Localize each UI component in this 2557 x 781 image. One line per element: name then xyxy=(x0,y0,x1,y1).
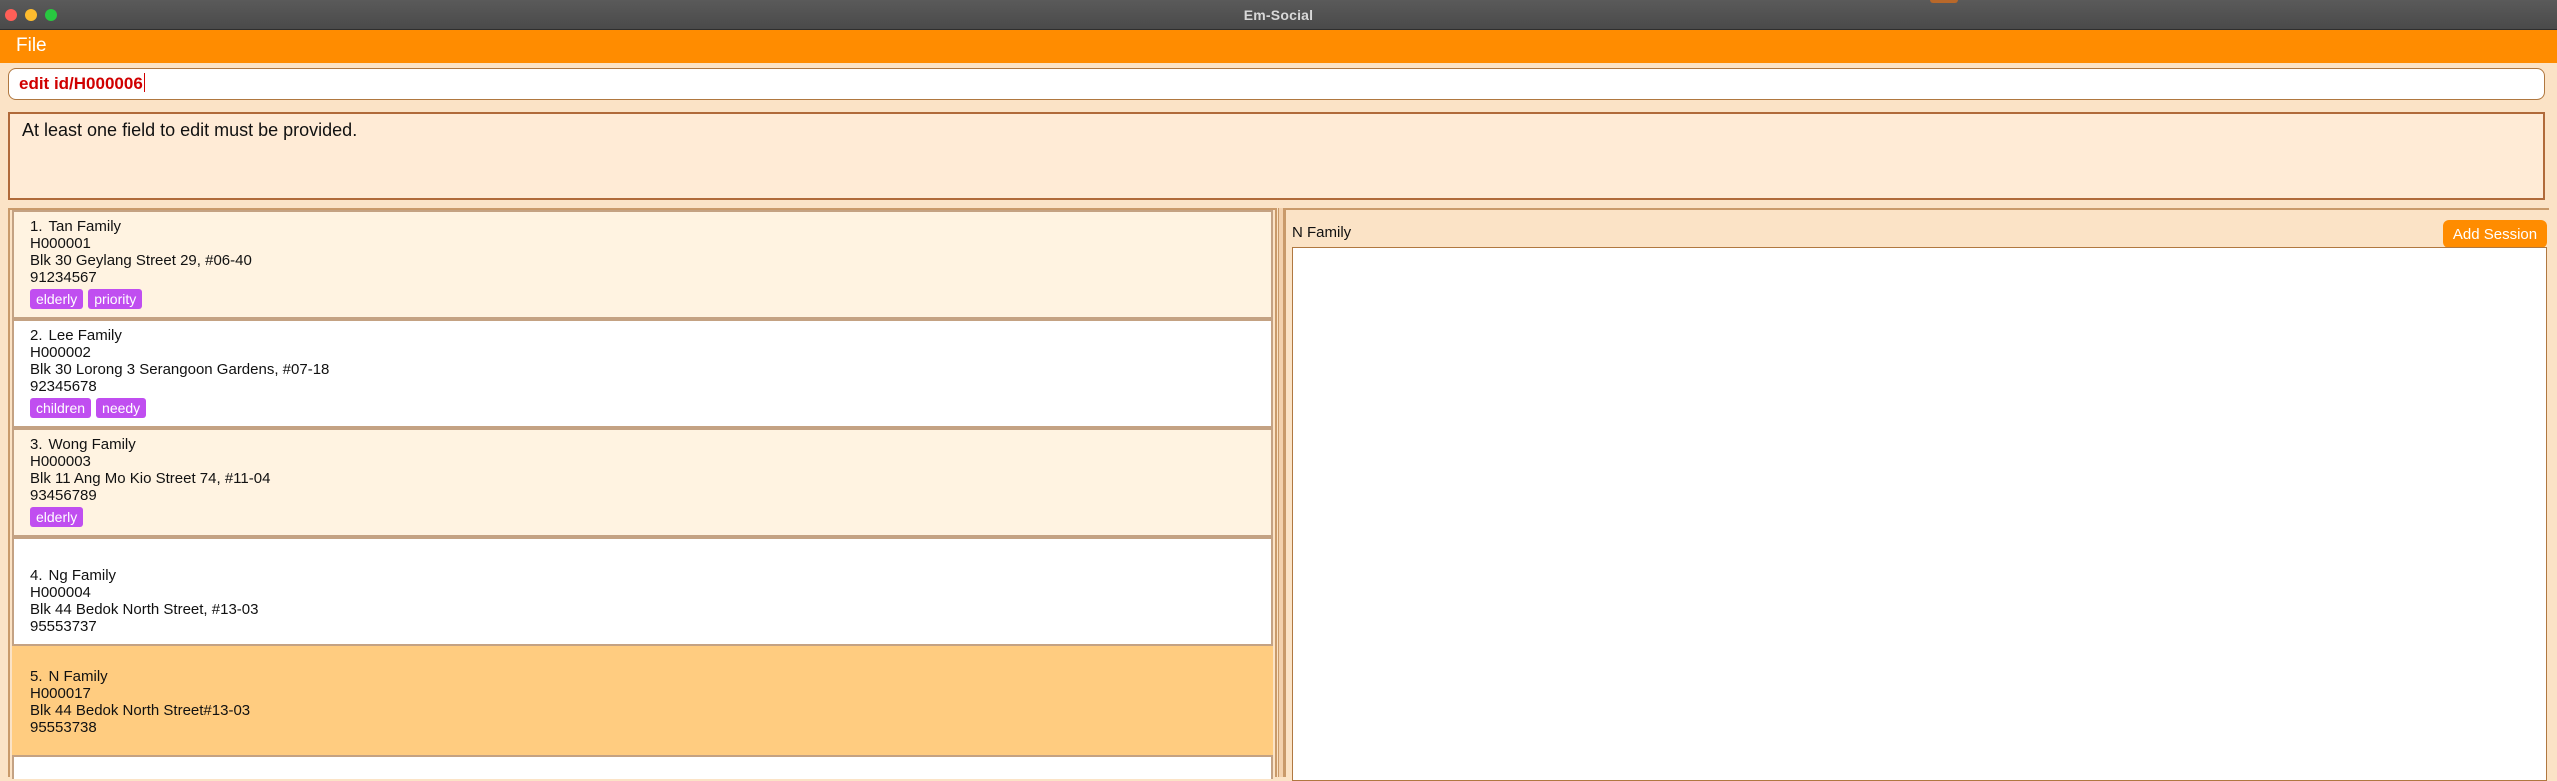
tag: priority xyxy=(88,289,143,309)
tag: needy xyxy=(96,398,147,418)
household-id: H000004 xyxy=(30,584,91,601)
household-phone: 95553738 xyxy=(30,719,97,736)
tag-list: children needy xyxy=(30,398,1271,418)
household-name-line: 5. N Family xyxy=(30,668,1271,685)
household-address: Blk 11 Ang Mo Kio Street 74, #11-04 xyxy=(30,470,271,487)
household-address: Blk 44 Bedok North Street, #13-03 xyxy=(30,601,259,618)
window-title: Em-Social xyxy=(1243,7,1314,23)
household-name-line: 4. Ng Family xyxy=(30,567,1271,584)
title-bar-mark xyxy=(1930,0,1958,3)
household-phone: 91234567 xyxy=(30,269,97,286)
household-name: N Family xyxy=(48,668,108,685)
household-index: 4. xyxy=(30,567,43,584)
household-address: Blk 30 Lorong 3 Serangoon Gardens, #07-1… xyxy=(30,361,330,378)
session-household-title: N Family xyxy=(1292,224,1352,241)
household-list-panel[interactable]: 1. Tan Family H000001 Blk 30 Geylang Stre… xyxy=(8,208,1277,779)
result-message: At least one field to edit must be provi… xyxy=(22,120,358,140)
household-id: H000003 xyxy=(30,453,91,470)
session-panel: N Family Add Session xyxy=(1284,208,2549,781)
tag: children xyxy=(30,398,92,418)
tag: elderly xyxy=(30,507,84,527)
result-display: At least one field to edit must be provi… xyxy=(8,112,2545,200)
household-name-line: 2. Lee Family xyxy=(30,327,1271,344)
household-card[interactable]: 3. Wong Family H000003 Blk 11 Ang Mo Kio … xyxy=(12,428,1273,537)
session-list[interactable] xyxy=(1292,247,2547,781)
command-input[interactable]: edit id/H000006 xyxy=(8,68,2545,100)
household-card[interactable]: 2. Lee Family H000002 Blk 30 Lorong 3 Ser… xyxy=(12,319,1273,428)
household-name: Wong Family xyxy=(48,436,136,453)
household-id: H000002 xyxy=(30,344,91,361)
window-title-bar: Em-Social xyxy=(0,0,2557,30)
household-name-line: 1. Tan Family xyxy=(30,218,1271,235)
household-name: Tan Family xyxy=(48,218,122,235)
command-text: edit id/H000006 xyxy=(19,74,143,93)
household-id: H000001 xyxy=(30,235,91,252)
household-id: H000017 xyxy=(30,685,91,702)
text-caret xyxy=(143,73,145,92)
household-address: Blk 44 Bedok North Street#13-03 xyxy=(30,702,251,719)
tag: elderly xyxy=(30,289,84,309)
household-card-selected[interactable]: 5. N Family H000017 Blk 44 Bedok North St… xyxy=(12,646,1273,755)
household-name: Ng Family xyxy=(48,567,117,584)
household-card[interactable] xyxy=(12,755,1273,779)
tag-list: elderly priority xyxy=(30,289,1271,309)
tag-list: elderly xyxy=(30,507,1271,527)
household-phone: 93456789 xyxy=(30,487,97,504)
household-phone: 92345678 xyxy=(30,378,97,395)
household-index: 5. xyxy=(30,668,43,685)
household-card[interactable]: 4. Ng Family H000004 Blk 44 Bedok North S… xyxy=(12,537,1273,646)
household-index: 3. xyxy=(30,436,43,453)
household-name-line: 3. Wong Family xyxy=(30,436,1271,453)
add-session-button[interactable]: Add Session xyxy=(2443,220,2547,248)
household-index: 2. xyxy=(30,327,43,344)
household-name: Lee Family xyxy=(48,327,122,344)
household-card[interactable]: 1. Tan Family H000001 Blk 30 Geylang Stre… xyxy=(12,210,1273,319)
menu-file[interactable]: File xyxy=(16,35,47,57)
household-phone: 95553737 xyxy=(30,618,97,635)
household-index: 1. xyxy=(30,218,43,235)
household-address: Blk 30 Geylang Street 29, #06-40 xyxy=(30,252,252,269)
menu-bar: File xyxy=(0,30,2557,63)
command-box: edit id/H000006 xyxy=(0,63,2557,107)
